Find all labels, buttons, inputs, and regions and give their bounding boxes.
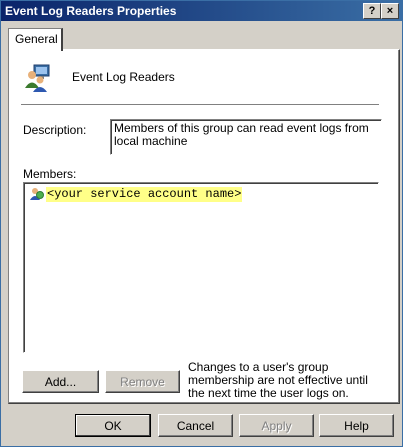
remove-button[interactable]: Remove xyxy=(105,370,180,393)
tab-general[interactable]: General xyxy=(8,28,63,51)
properties-dialog: Event Log Readers Properties ? × General… xyxy=(0,0,403,447)
description-label: Description: xyxy=(23,123,87,137)
list-item[interactable]: <your service account name> xyxy=(29,186,243,202)
add-button[interactable]: Add... xyxy=(22,370,99,393)
group-name: Event Log Readers xyxy=(72,70,175,84)
window-title: Event Log Readers Properties xyxy=(5,4,177,18)
apply-button[interactable]: Apply xyxy=(239,414,314,437)
separator xyxy=(21,104,379,106)
user-icon xyxy=(30,188,44,200)
group-icon xyxy=(25,64,50,92)
title-close-button[interactable]: × xyxy=(381,3,399,19)
close-icon: × xyxy=(386,4,394,17)
help-button[interactable]: Help xyxy=(319,414,394,437)
title-help-button[interactable]: ? xyxy=(363,3,381,19)
title-bar[interactable]: Event Log Readers Properties ? × xyxy=(1,1,402,21)
description-field[interactable]: Members of this group can read event log… xyxy=(110,119,382,155)
tab-general-label: General xyxy=(15,32,58,46)
cancel-button[interactable]: Cancel xyxy=(158,414,233,437)
membership-note: Changes to a user's group membership are… xyxy=(188,360,368,400)
members-list[interactable]: <your service account name> xyxy=(23,182,379,353)
members-label: Members: xyxy=(23,167,77,181)
ok-button[interactable]: OK xyxy=(75,414,151,437)
member-name: <your service account name> xyxy=(46,186,243,202)
